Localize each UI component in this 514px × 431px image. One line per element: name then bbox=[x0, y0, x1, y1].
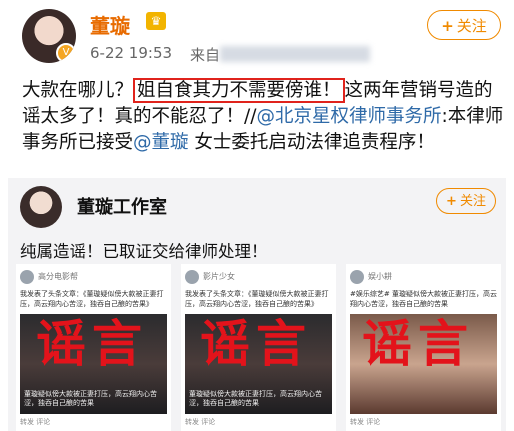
avatar bbox=[185, 270, 199, 284]
rumor-stamp: 谣言 bbox=[36, 315, 148, 373]
author-name[interactable]: 董璇 bbox=[90, 10, 130, 39]
plus-icon: + bbox=[441, 17, 454, 35]
post-timestamp: 6-22 19:53 bbox=[90, 44, 173, 62]
post-text: 大款在哪儿？ 姐自食其力不需要傍谁！ 这两年营销号造的谣太多了！真的不能忍了！//@… bbox=[22, 78, 508, 156]
card-body: 我发表了头条文章：《董璇疑似傍大款被正妻打压，高云翔内心苦涩，独吞自己酿的苦果》 bbox=[185, 290, 329, 308]
avatar bbox=[20, 270, 34, 284]
post-text-part: 大款在哪儿？ bbox=[22, 80, 134, 101]
highlighted-quote: 姐自食其力不需要傍谁！ bbox=[133, 78, 345, 103]
card-body: 我发表了头条文章：《董璇疑似傍大款被正妻打压，高云翔内心苦涩，独吞自己酿的苦果》 bbox=[20, 290, 164, 308]
post-text-part: 女士委托启动法律追责程序！ bbox=[188, 132, 435, 153]
card-footer: 转发 评论 bbox=[20, 418, 51, 426]
repost-author-name[interactable]: 董璇工作室 bbox=[77, 193, 167, 219]
follow-label: 关注 bbox=[459, 194, 486, 209]
repost-author-avatar[interactable] bbox=[20, 186, 62, 228]
card-caption: 董璇疑似傍大款被正妻打压，高云翔内心苦涩，独吞自己酿的苦果 bbox=[189, 390, 322, 407]
rumor-stamp: 谣言 bbox=[200, 315, 312, 373]
author-avatar[interactable]: V bbox=[22, 9, 76, 63]
card-footer: 转发 评论 bbox=[185, 418, 216, 426]
card-footer: 转发 评论 bbox=[350, 418, 381, 426]
follow-button[interactable]: + 关注 bbox=[427, 10, 501, 40]
card-caption: 董璇疑似傍大款被正妻打压，高云翔内心苦涩，独吞自己酿的苦果 bbox=[24, 390, 157, 407]
card-account-name: 影片少女 bbox=[203, 272, 235, 281]
repost-text: 纯属造谣！已取证交给律师处理！ bbox=[20, 242, 268, 261]
card-account-name: 娱小耕 bbox=[368, 272, 392, 281]
repost-follow-button[interactable]: + 关注 bbox=[436, 188, 496, 214]
mention-link-firm[interactable]: @北京星权律师事务所 bbox=[256, 106, 441, 127]
crown-badge-icon: ♛ bbox=[146, 12, 166, 30]
card-account-name: 高分电影帮 bbox=[38, 272, 78, 281]
verified-icon: V bbox=[56, 43, 76, 63]
mention-link-person[interactable]: @董璇 bbox=[133, 132, 189, 153]
rumor-stamp: 谣言 bbox=[362, 315, 474, 373]
card-body: #娱乐综艺# 董璇疑似傍大款被正妻打压，高云翔内心苦涩，独吞自己酿的苦果 bbox=[350, 290, 497, 308]
post-source-blurred bbox=[220, 46, 370, 62]
plus-icon: + bbox=[446, 194, 457, 209]
avatar bbox=[350, 270, 364, 284]
post-source-label: 来自 bbox=[190, 46, 221, 64]
follow-label: 关注 bbox=[456, 17, 487, 35]
